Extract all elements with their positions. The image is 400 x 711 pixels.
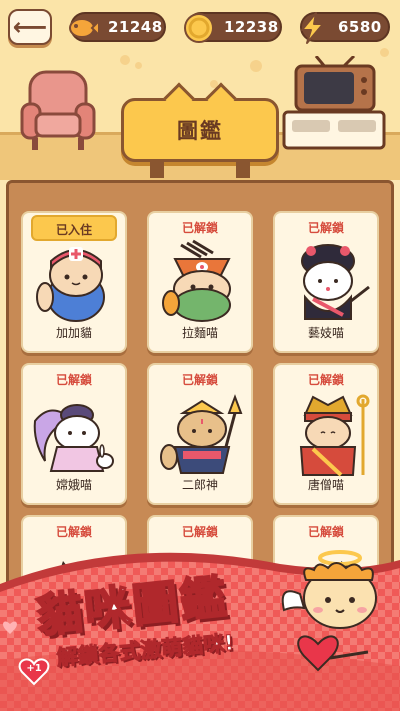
gold-coin-icon	[180, 9, 218, 47]
cat-card[interactable]: 已解鎖 藝妓喵	[273, 211, 379, 353]
back-arrow-icon: ⟵	[12, 13, 48, 41]
change-cat-art	[33, 404, 114, 472]
card-status: 已解鎖	[307, 525, 344, 539]
geisha-cat-art	[301, 244, 370, 320]
cat-card[interactable]: 已解鎖 嫦娥喵	[21, 363, 127, 505]
coin-count: 12238	[224, 18, 279, 36]
television-icon	[282, 56, 386, 150]
paw-dot	[250, 60, 262, 72]
erlang-cat-art	[160, 394, 243, 474]
energy-currency: 6580	[300, 12, 390, 44]
sign-post	[150, 160, 164, 178]
card-name: 唐僧喵	[307, 478, 344, 492]
back-button[interactable]: ⟵	[8, 9, 52, 45]
title-sign: 圖鑑	[121, 82, 279, 162]
halo-icon	[318, 550, 362, 566]
fish-count: 21248	[108, 18, 163, 36]
cat-card[interactable]: 已解鎖 唐僧喵	[273, 363, 379, 505]
card-status: 已解鎖	[307, 221, 344, 235]
card-status: 已解鎖	[307, 373, 344, 387]
fish-currency: 21248	[69, 12, 166, 42]
paw-dot	[135, 62, 142, 69]
energy-count: 6580	[338, 18, 382, 36]
card-status: 已解鎖	[55, 373, 92, 387]
paw-dot	[120, 55, 130, 65]
ramen-cat-art	[162, 239, 231, 322]
card-status: 已解鎖	[181, 221, 218, 235]
card-name: 二郎神	[181, 478, 218, 492]
cat-card[interactable]: 已解鎖 二郎神	[147, 363, 253, 505]
card-name: 加加貓	[55, 326, 92, 340]
cat-card[interactable]: 已解鎖 拉麵喵	[147, 211, 253, 353]
cat-card[interactable]: 已入住 加加貓	[21, 211, 127, 353]
sign-post	[236, 160, 250, 178]
card-status: 已解鎖	[181, 373, 218, 387]
top-bar: ⟵ 21248 12238 6580	[0, 6, 400, 46]
fish-cracker-icon	[64, 9, 102, 47]
card-name: 拉麵喵	[181, 326, 218, 340]
lightning-bolt-icon	[294, 9, 332, 47]
plus-one-label: +1	[26, 663, 42, 674]
page-title: 圖鑑	[177, 119, 223, 143]
card-status: 已入住	[31, 215, 117, 241]
card-name: 嫦娥喵	[55, 478, 92, 492]
armchair-icon	[20, 70, 96, 150]
coin-currency: 12238	[184, 12, 282, 43]
card-status: 已解鎖	[181, 525, 218, 539]
card-name: 藝妓喵	[307, 326, 344, 340]
monk-cat-art	[299, 394, 370, 477]
card-status: 已解鎖	[55, 525, 92, 539]
nurse-cat-art	[36, 247, 105, 322]
